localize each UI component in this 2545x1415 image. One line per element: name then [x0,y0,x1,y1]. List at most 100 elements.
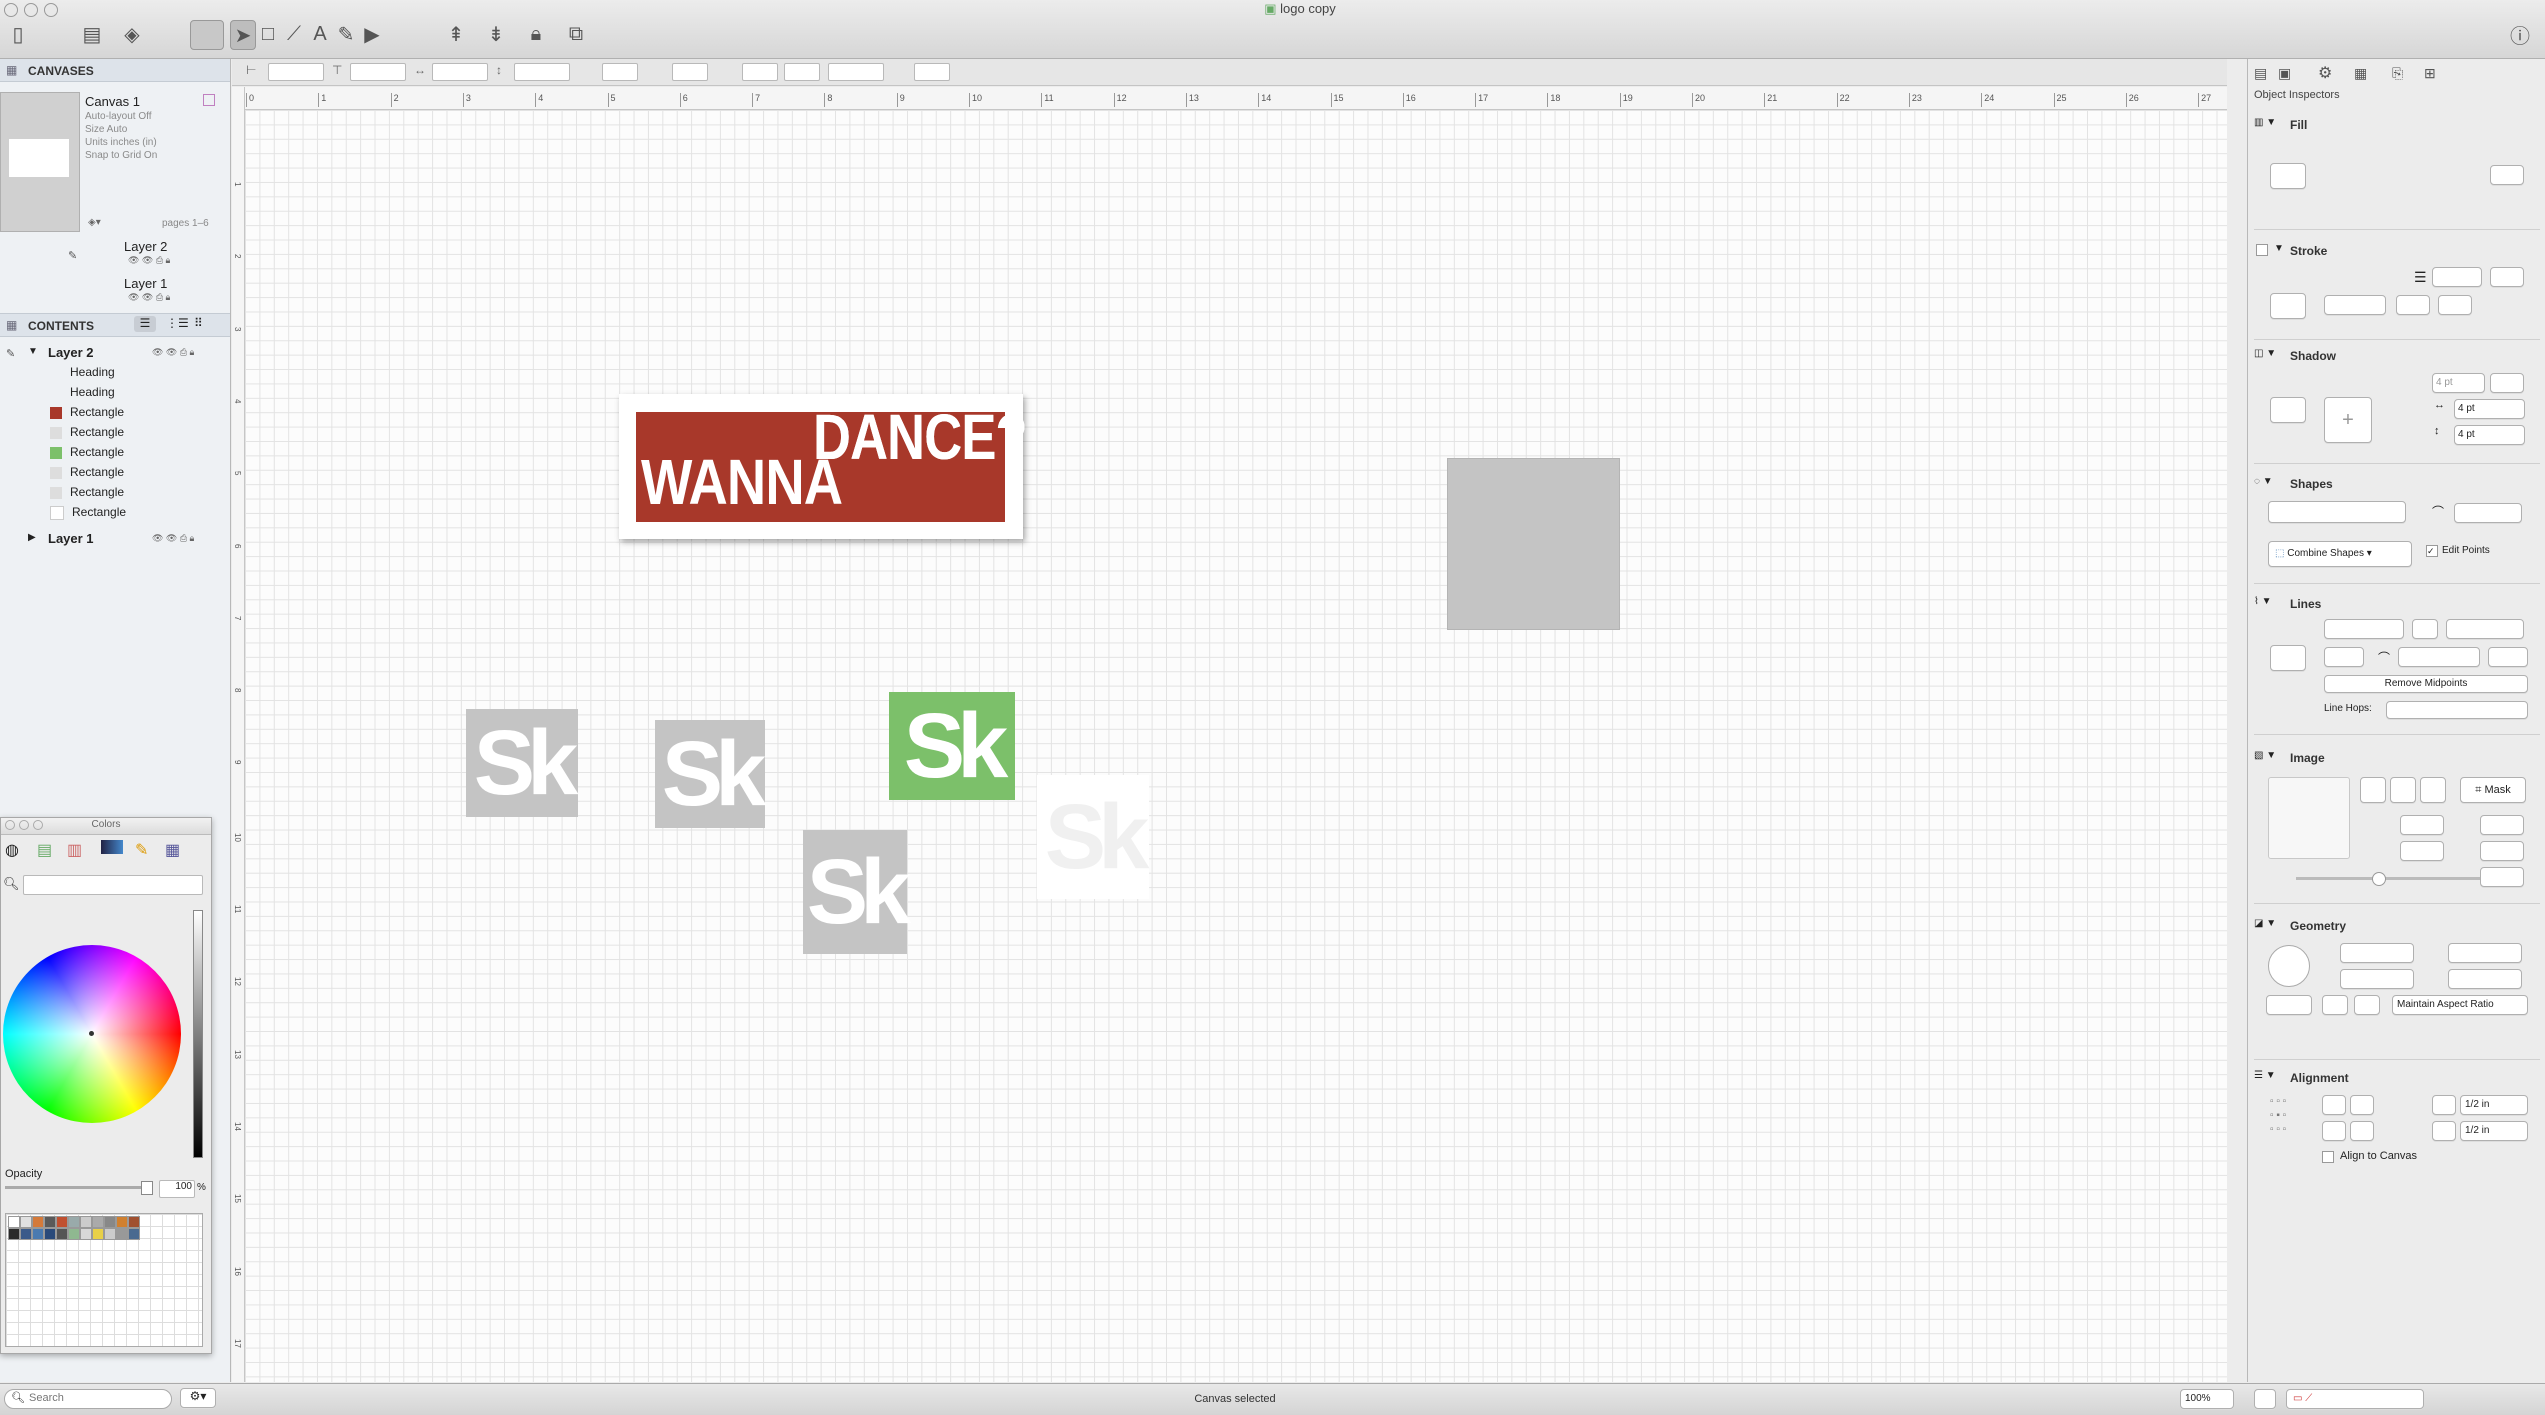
layer-2-visibility-icons[interactable]: 👁︎ 👁︎ ⎙ 🔒︎ [128,255,170,266]
document-inspector-tab-icon[interactable]: ⎘ [2392,65,2403,82]
line-head-popup[interactable] [2446,619,2524,639]
image-w-field[interactable] [2400,841,2444,861]
disclosure-down-icon[interactable]: ▼ [28,346,38,357]
tree-rectangle-3[interactable]: Rectangle [50,424,124,439]
brightness-slider[interactable] [193,910,203,1158]
align-center-button[interactable] [2350,1095,2374,1115]
info-icon[interactable]: ⓘ [2504,20,2536,48]
drawing-canvas[interactable]: WANNA DANCE? Sk Sk Sk Sk Sk [245,110,2227,1382]
tree-layer-2-icons[interactable]: 👁︎ 👁︎ ⎙ 🔒︎ [152,347,194,358]
heading-wanna[interactable]: WANNA [641,446,843,518]
settings-gear-icon[interactable]: ⚙ [2318,63,2332,83]
combine-shapes-button[interactable]: ⬚ Combine Shapes ▾ [2268,541,2412,567]
shadow-type-popup[interactable] [2270,397,2306,423]
opacity-slider[interactable] [5,1181,153,1195]
align-middle-button[interactable] [2350,1121,2374,1141]
color-swatch[interactable] [56,1216,68,1228]
shape-popup[interactable] [784,63,820,81]
heading-dance[interactable]: DANCE? [813,401,1028,473]
send-back-icon[interactable]: ⇟ [480,20,512,48]
height-field[interactable] [514,63,570,81]
color-swatch[interactable] [92,1216,104,1228]
color-swatch[interactable] [68,1216,80,1228]
color-search-field[interactable] [23,875,203,895]
geometry-w-field[interactable] [2340,969,2414,989]
color-picker-tab-icon[interactable]: ▦ [165,840,180,860]
geometry-h-field[interactable] [2448,969,2522,989]
fill-popup[interactable] [602,63,638,81]
distribute-v-button[interactable] [2432,1121,2456,1141]
flip-vertical-button[interactable] [2354,995,2380,1015]
canvases-icon[interactable]: ▤ [76,20,108,48]
width-field[interactable] [432,63,488,81]
color-swatch[interactable] [44,1216,56,1228]
color-wheel-tab-icon[interactable]: ◍ [5,840,19,860]
align-top-button[interactable] [2322,1121,2346,1141]
image-stretch-button[interactable] [2390,777,2416,803]
line-popup[interactable] [742,63,778,81]
sk-logo-gray-1[interactable]: Sk [466,709,578,817]
stroke-disclosure-icon[interactable]: ▼ [2274,243,2284,254]
stroke-width-field[interactable] [2432,267,2482,287]
layers-icon[interactable]: ◈ [116,20,148,48]
color-swatch[interactable] [116,1228,128,1240]
sk-logo-gray-3[interactable]: Sk [803,830,911,954]
tree-rectangle-4[interactable]: Rectangle [50,444,124,459]
sk-logo-white[interactable]: Sk [1037,775,1149,899]
layer-row-layer-2[interactable]: Layer 2 [124,239,167,254]
image-palettes-tab-icon[interactable] [101,840,123,854]
tree-rectangle-2[interactable]: Rectangle [50,404,124,419]
layers-menu-icon[interactable]: ◈▾ [88,217,101,228]
tree-rectangle-6[interactable]: Rectangle [50,484,124,499]
layout-inspector-tab-icon[interactable]: ⊞ [2424,65,2436,82]
flip-horizontal-button[interactable] [2322,995,2348,1015]
line-tail-popup[interactable] [2324,619,2404,639]
image-well[interactable] [2268,777,2350,859]
selection-tool-icon[interactable]: ➤ [230,20,256,50]
color-swatch[interactable] [56,1228,68,1240]
color-wheel-picker[interactable] [89,1031,94,1036]
grid-view-icon[interactable]: ⠿ [194,316,203,330]
color-swatch[interactable] [104,1228,116,1240]
inspector-toggle-button[interactable] [2254,1389,2276,1409]
color-swatch[interactable] [116,1216,128,1228]
shadow-size-field[interactable]: 4 pt [2432,373,2485,393]
stroke-checkbox[interactable] [2256,244,2268,256]
x-position-field[interactable] [268,63,324,81]
color-swatch[interactable] [32,1228,44,1240]
geometry-y-field[interactable] [2448,943,2522,963]
layer-row-layer-1[interactable]: Layer 1 [124,276,167,291]
corner-radius-field[interactable] [828,63,884,81]
line-extra-field[interactable] [2488,647,2528,667]
aspect-ratio-popup[interactable]: Maintain Aspect Ratio [2392,995,2528,1015]
image-scale-slider[interactable] [2296,872,2492,886]
color-swatch[interactable] [128,1228,140,1240]
shadow-y-field[interactable]: 4 pt [2454,425,2525,445]
swap-arrows-button[interactable] [2412,619,2438,639]
shape-tool-icon[interactable]: □ [256,20,280,48]
close-window-button[interactable] [4,3,18,17]
mask-button[interactable]: ⌗ Mask [2460,777,2526,803]
rotation-field[interactable] [2266,995,2312,1015]
distribute-v-field[interactable]: 1/2 in [2460,1121,2528,1141]
tree-layer-2[interactable]: Layer 2 [48,345,94,360]
y-position-field[interactable] [350,63,406,81]
style-tray-button[interactable] [190,20,224,50]
color-swatch[interactable] [8,1228,20,1240]
image-scale-thumb[interactable] [2372,872,2386,886]
tree-rectangle-5[interactable]: Rectangle [50,464,124,479]
color-sliders-tab-icon[interactable]: ▤ [37,840,52,860]
image-scale-field[interactable] [2480,867,2524,887]
gray-rectangle[interactable] [1447,458,1620,630]
line-tool-icon[interactable]: ⟋ [282,20,306,48]
line-size-field[interactable] [2324,647,2364,667]
tree-heading-1[interactable]: Heading [50,384,115,399]
tree-layer-1-icons[interactable]: 👁︎ 👁︎ ⎙ 🔒︎ [152,533,194,544]
fill-color-popup[interactable] [2490,165,2524,185]
style-inspector-tab-icon[interactable]: ▤ [2254,65,2267,82]
text-tool-icon[interactable]: A [308,20,332,48]
edit-layer-2-icon[interactable]: ✎ [6,347,15,360]
properties-inspector-tab-icon[interactable]: ▣ [2278,65,2291,82]
sidebar-search-field[interactable]: 🔍︎ Search [4,1389,172,1409]
grid-popup[interactable] [914,63,950,81]
